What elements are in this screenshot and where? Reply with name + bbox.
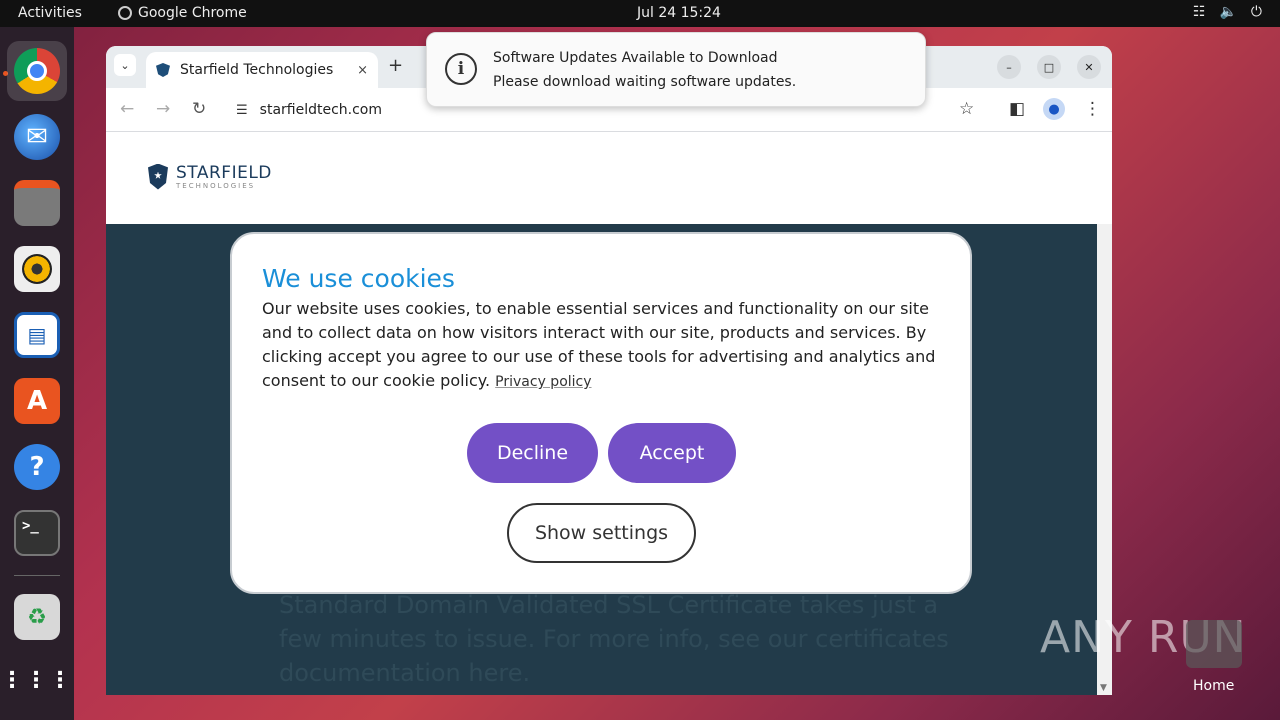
app-center-icon: A: [14, 378, 60, 424]
help-icon: ?: [14, 444, 60, 490]
dock-help[interactable]: ?: [7, 437, 67, 497]
files-icon: [14, 180, 60, 226]
back-icon[interactable]: ←: [120, 99, 134, 119]
chevron-down-icon: ⌄: [120, 58, 130, 72]
site-info-icon[interactable]: ☰: [236, 103, 248, 118]
maximize-button[interactable]: □: [1037, 55, 1061, 79]
power-icon: ⏻: [1250, 4, 1262, 20]
tab-search-button[interactable]: ⌄: [114, 54, 136, 76]
maximize-icon: □: [1043, 60, 1055, 74]
minimize-icon: –: [1006, 60, 1012, 74]
notification-body: Please download waiting software updates…: [493, 74, 797, 90]
forward-icon[interactable]: →: [156, 99, 170, 119]
decline-button[interactable]: Decline: [467, 423, 598, 483]
dock-chrome[interactable]: [7, 41, 67, 101]
dock-terminal[interactable]: >_: [7, 503, 67, 563]
dock-rhythmbox[interactable]: [7, 239, 67, 299]
show-settings-button[interactable]: Show settings: [507, 503, 696, 563]
dock-files[interactable]: [7, 173, 67, 233]
tab-title: Starfield Technologies: [180, 62, 334, 78]
close-icon: ✕: [1084, 60, 1094, 74]
rhythmbox-icon: [14, 246, 60, 292]
site-header: STARFIELD TECHNOLOGIES: [106, 133, 1112, 224]
notification-title: Software Updates Available to Download: [493, 50, 778, 66]
cookie-title: We use cookies: [262, 264, 455, 293]
terminal-icon: >_: [14, 510, 60, 556]
tab-starfield[interactable]: Starfield Technologies ×: [146, 52, 378, 88]
thunderbird-icon: ✉: [14, 114, 60, 160]
cookie-consent-dialog: We use cookies Our website uses cookies,…: [230, 232, 972, 594]
chrome-app-icon: [118, 6, 132, 20]
dock-separator: [14, 575, 60, 576]
trash-icon: ♻: [14, 594, 60, 640]
close-window-button[interactable]: ✕: [1077, 55, 1101, 79]
update-notification[interactable]: i Software Updates Available to Download…: [426, 32, 926, 107]
starfield-logo[interactable]: STARFIELD TECHNOLOGIES: [148, 163, 272, 190]
url-text: starfieldtech.com: [259, 102, 383, 118]
system-tray[interactable]: ☷ 🔈 ⏻: [1193, 4, 1262, 20]
cookie-body: Our website uses cookies, to enable esse…: [262, 299, 936, 390]
minimize-button[interactable]: –: [997, 55, 1021, 79]
volume-icon: 🔈: [1219, 4, 1237, 20]
dock-app-center[interactable]: A: [7, 371, 67, 431]
scroll-down-icon[interactable]: ▼: [1100, 683, 1107, 693]
accept-button[interactable]: Accept: [608, 423, 736, 483]
dock: ✉ ▤ A ? >_ ♻ ⋮⋮⋮: [0, 27, 74, 720]
home-folder-icon[interactable]: [1186, 620, 1242, 668]
top-bar: Activities Google Chrome Jul 24 15:24 ☷ …: [0, 0, 1280, 27]
side-panel-icon[interactable]: ◧: [1009, 99, 1025, 119]
home-label: Home: [1193, 678, 1235, 694]
chrome-icon: [14, 48, 60, 94]
profile-avatar-icon[interactable]: ●: [1043, 98, 1065, 120]
new-tab-button[interactable]: +: [388, 55, 403, 76]
browser-window: ⌄ Starfield Technologies × + – □ ✕ ← → ↻…: [106, 46, 1112, 695]
dock-writer[interactable]: ▤: [7, 305, 67, 365]
dock-show-apps[interactable]: ⋮⋮⋮: [1, 651, 73, 711]
favicon-icon: [156, 63, 170, 77]
network-icon: ☷: [1192, 4, 1206, 20]
hero-text: Standard Domain Validated SSL Certificat…: [279, 591, 949, 687]
app-name: Google Chrome: [138, 5, 247, 21]
logo-sub: TECHNOLOGIES: [176, 182, 256, 190]
menu-kebab-icon[interactable]: ⋮: [1084, 99, 1101, 119]
writer-icon: ▤: [14, 312, 60, 358]
privacy-policy-link[interactable]: Privacy policy: [495, 374, 591, 390]
dock-thunderbird[interactable]: ✉: [7, 107, 67, 167]
clock[interactable]: Jul 24 15:24: [637, 5, 721, 21]
web-page: STARFIELD TECHNOLOGIES Standard Domain V…: [106, 133, 1112, 695]
close-tab-icon[interactable]: ×: [357, 63, 368, 78]
activities-button[interactable]: Activities: [18, 5, 82, 21]
show-apps-icon: ⋮⋮⋮: [1, 668, 73, 693]
app-menu[interactable]: Google Chrome: [118, 5, 247, 21]
info-icon: i: [445, 53, 477, 85]
shield-icon: [148, 163, 168, 190]
bookmark-star-icon[interactable]: ☆: [959, 99, 974, 119]
logo-name: STARFIELD: [176, 163, 272, 183]
reload-icon[interactable]: ↻: [192, 99, 206, 119]
dock-trash[interactable]: ♻: [7, 587, 67, 647]
